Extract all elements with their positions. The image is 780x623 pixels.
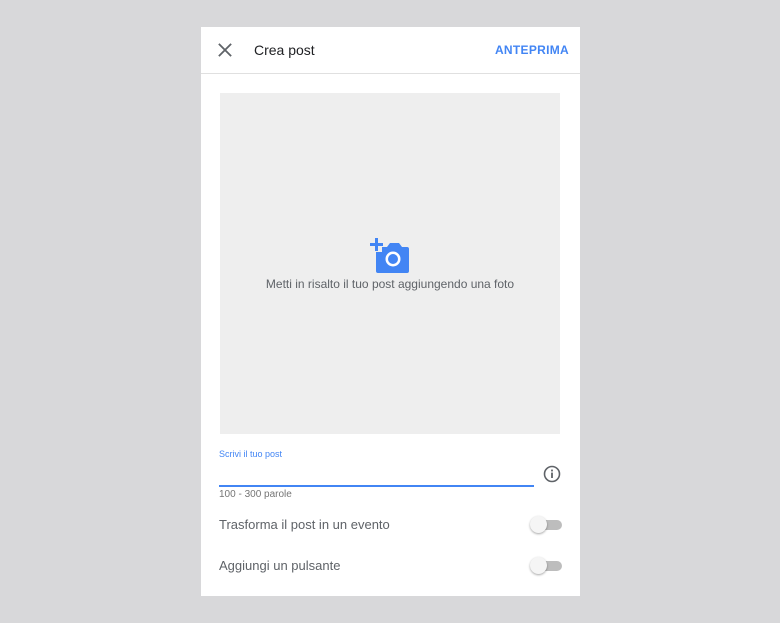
preview-button[interactable]: ANTEPRIMA [495,42,569,58]
page-title: Crea post [254,42,315,58]
post-input[interactable] [219,463,534,487]
button-toggle[interactable] [530,557,562,575]
info-button[interactable] [542,464,562,484]
event-toggle[interactable] [530,516,562,534]
event-option-label: Trasforma il post in un evento [219,517,390,532]
button-option-row: Aggiungi un pulsante [219,554,562,578]
close-icon [218,43,232,57]
close-button[interactable] [215,40,235,60]
dialog-header: Crea post ANTEPRIMA [201,27,580,74]
create-post-dialog: Crea post ANTEPRIMA Metti in risalto il … [201,27,580,596]
info-icon [543,465,561,483]
word-count-hint: 100 - 300 parole [219,489,292,500]
event-option-row: Trasforma il post in un evento [219,513,562,537]
button-option-label: Aggiungi un pulsante [219,558,341,573]
toggle-thumb [530,557,547,574]
post-input-label: Scrivi il tuo post [219,449,283,459]
toggle-thumb [530,516,547,533]
add-photo-icon [370,238,409,273]
add-photo-area[interactable]: Metti in risalto il tuo post aggiungendo… [220,93,560,434]
photo-hint: Metti in risalto il tuo post aggiungendo… [265,277,515,291]
